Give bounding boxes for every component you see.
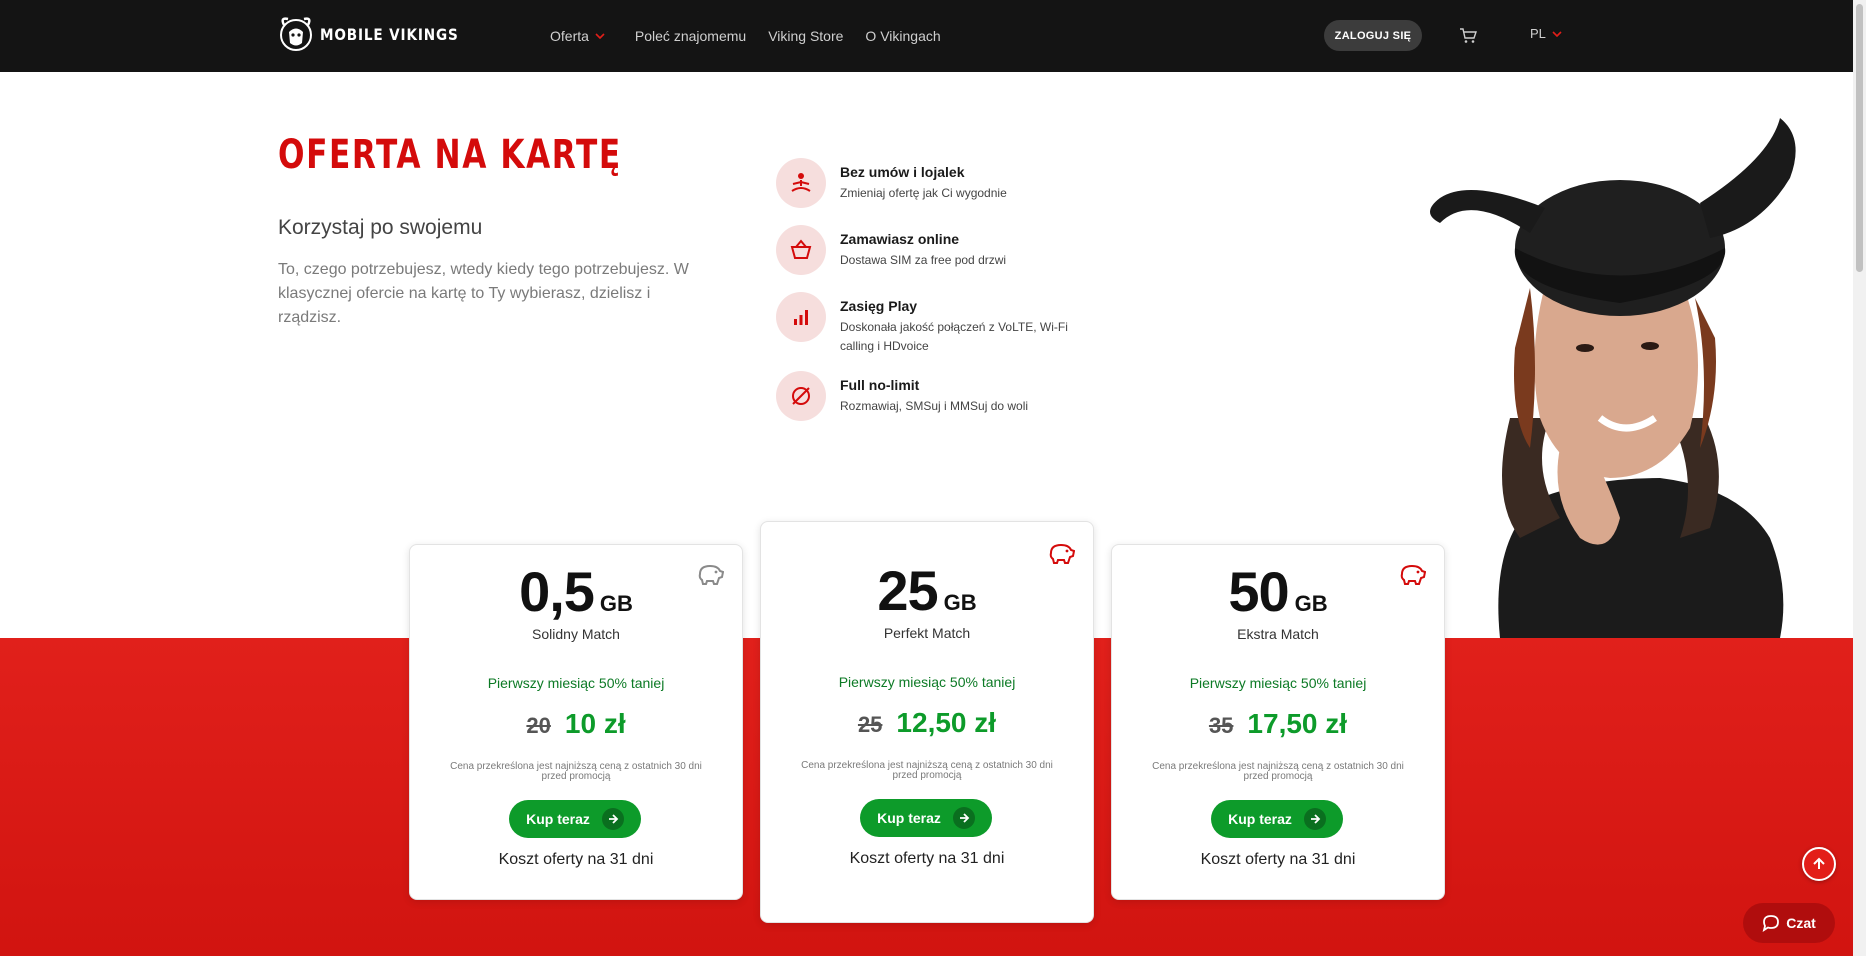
piggy-bank-icon bbox=[1049, 543, 1075, 564]
feature-title: Full no-limit bbox=[840, 377, 920, 393]
arrow-up-icon bbox=[1813, 857, 1825, 869]
scroll-to-top-button[interactable] bbox=[1802, 847, 1836, 881]
signal-bars-icon bbox=[776, 292, 826, 342]
data-amount-value: 0,5 bbox=[519, 560, 595, 623]
plan-card-perfekt-match: 25 GB Perfekt Match Pierwszy miesiąc 50% … bbox=[760, 521, 1094, 923]
language-selector[interactable]: PL bbox=[1530, 26, 1562, 41]
nav-polec-znajomemu[interactable]: Poleć znajomemu bbox=[635, 28, 746, 44]
login-button[interactable]: ZALOGUJ SIĘ bbox=[1324, 20, 1422, 51]
price-disclaimer: Cena przekreślona jest najniższą ceną z … bbox=[1152, 761, 1404, 782]
data-unit: GB bbox=[1294, 591, 1328, 616]
new-price: 12,50 zł bbox=[896, 707, 997, 738]
piggy-bank-icon bbox=[698, 564, 724, 585]
price-row: 25 12,50 zł bbox=[761, 707, 1093, 739]
plan-period-cost: Koszt oferty na 31 dni bbox=[498, 851, 654, 868]
chat-label: Czat bbox=[1786, 915, 1816, 931]
new-price: 17,50 zł bbox=[1247, 708, 1348, 739]
nav-viking-store[interactable]: Viking Store bbox=[768, 28, 843, 44]
cart-icon[interactable] bbox=[1459, 27, 1477, 44]
chevron-down-icon bbox=[595, 33, 605, 39]
arrow-right-icon bbox=[601, 808, 624, 830]
promo-text: Pierwszy miesiąc 50% taniej bbox=[1189, 675, 1367, 691]
top-navbar: MOBILE VIKINGS Oferta Poleć znajomemu Vi… bbox=[0, 0, 1853, 72]
new-price: 10 zł bbox=[564, 708, 626, 739]
feature-desc: Rozmawiaj, SMSuj i MMSuj do woli bbox=[840, 399, 1029, 413]
viking-woman-image bbox=[1430, 118, 1796, 638]
language-label: PL bbox=[1530, 26, 1546, 41]
main-menu: Oferta Poleć znajomemu Viking Store O Vi… bbox=[550, 0, 963, 72]
nav-oferta[interactable]: Oferta bbox=[550, 28, 605, 44]
data-amount: 50 GB bbox=[1112, 559, 1444, 624]
promo-text: Pierwszy miesiąc 50% taniej bbox=[838, 674, 1016, 690]
data-amount: 25 GB bbox=[761, 558, 1093, 623]
nav-oferta-label: Oferta bbox=[550, 28, 589, 44]
hero-description: To, czego potrzebujesz, wtedy kiedy tego… bbox=[278, 261, 689, 326]
viking-logo-icon bbox=[280, 17, 312, 51]
feature-desc: Dostawa SIM za free pod drzwi bbox=[840, 253, 1007, 267]
plan-card-solidny-match: 0,5 GB Solidny Match Pierwszy miesiąc 50%… bbox=[409, 544, 743, 900]
feature-title: Zasięg Play bbox=[840, 298, 918, 314]
price-row: 20 10 zł bbox=[410, 708, 742, 740]
buy-now-label: Kup teraz bbox=[1228, 811, 1292, 827]
piggy-bank-icon bbox=[1400, 564, 1426, 585]
hero-subtitle: Korzystaj po swojemu bbox=[278, 216, 483, 239]
buy-now-button[interactable]: Kup teraz bbox=[1211, 800, 1343, 838]
plan-period-cost: Koszt oferty na 31 dni bbox=[1200, 851, 1356, 868]
plan-period-cost: Koszt oferty na 31 dni bbox=[849, 850, 1005, 867]
feature-item: Zasięg Play Doskonała jakość połączeń z … bbox=[776, 292, 1106, 366]
feature-desc: Zmieniaj ofertę jak Ci wygodnie bbox=[840, 186, 1007, 200]
page-title: OFERTA NA KARTĘ bbox=[278, 132, 622, 178]
feature-title: Zamawiasz online bbox=[840, 231, 960, 247]
chat-button[interactable]: Czat bbox=[1743, 903, 1835, 943]
data-amount-value: 25 bbox=[877, 559, 938, 622]
feature-item: Zamawiasz online Dostawa SIM za free pod… bbox=[776, 225, 1106, 287]
feature-item: Full no-limit Rozmawiaj, SMSuj i MMSuj d… bbox=[776, 371, 1106, 433]
feature-desc: Doskonała jakość połączeń z VoLTE, Wi-Fi… bbox=[840, 320, 1068, 353]
no-limit-icon bbox=[776, 371, 826, 421]
data-unit: GB bbox=[943, 590, 977, 615]
basket-icon bbox=[776, 225, 826, 275]
data-amount: 0,5 GB bbox=[410, 559, 742, 624]
arrow-right-icon bbox=[1303, 808, 1326, 830]
buy-now-label: Kup teraz bbox=[877, 810, 941, 826]
plan-name: Ekstra Match bbox=[1237, 626, 1319, 642]
old-price: 35 bbox=[1208, 713, 1234, 738]
data-amount-value: 50 bbox=[1228, 560, 1289, 623]
price-disclaimer: Cena przekreślona jest najniższą ceną z … bbox=[450, 761, 702, 782]
chat-bubble-icon bbox=[1762, 915, 1780, 932]
plan-name: Perfekt Match bbox=[883, 625, 971, 641]
feature-list: Bez umów i lojalek Zmieniaj ofertę jak C… bbox=[776, 158, 1106, 438]
scrollbar-thumb[interactable] bbox=[1856, 4, 1863, 272]
meditation-icon bbox=[776, 158, 826, 208]
nav-o-vikingach[interactable]: O Vikingach bbox=[865, 28, 940, 44]
arrow-right-icon bbox=[952, 807, 975, 829]
plan-card-ekstra-match: 50 GB Ekstra Match Pierwszy miesiąc 50% t… bbox=[1111, 544, 1445, 900]
old-price: 20 bbox=[526, 713, 551, 738]
data-unit: GB bbox=[599, 591, 633, 616]
buy-now-button[interactable]: Kup teraz bbox=[860, 799, 992, 837]
old-price: 25 bbox=[857, 712, 883, 737]
feature-title: Bez umów i lojalek bbox=[840, 164, 965, 180]
brand-logo[interactable]: MOBILE VIKINGS bbox=[278, 14, 483, 54]
buy-now-button[interactable]: Kup teraz bbox=[509, 800, 641, 838]
brand-name: MOBILE VIKINGS bbox=[320, 24, 459, 44]
feature-item: Bez umów i lojalek Zmieniaj ofertę jak C… bbox=[776, 158, 1106, 220]
price-row: 35 17,50 zł bbox=[1112, 708, 1444, 740]
price-disclaimer: Cena przekreślona jest najniższą ceną z … bbox=[801, 760, 1053, 781]
chevron-down-icon bbox=[1552, 30, 1562, 37]
plan-name: Solidny Match bbox=[532, 626, 620, 642]
promo-text: Pierwszy miesiąc 50% taniej bbox=[487, 675, 665, 691]
buy-now-label: Kup teraz bbox=[526, 811, 590, 827]
